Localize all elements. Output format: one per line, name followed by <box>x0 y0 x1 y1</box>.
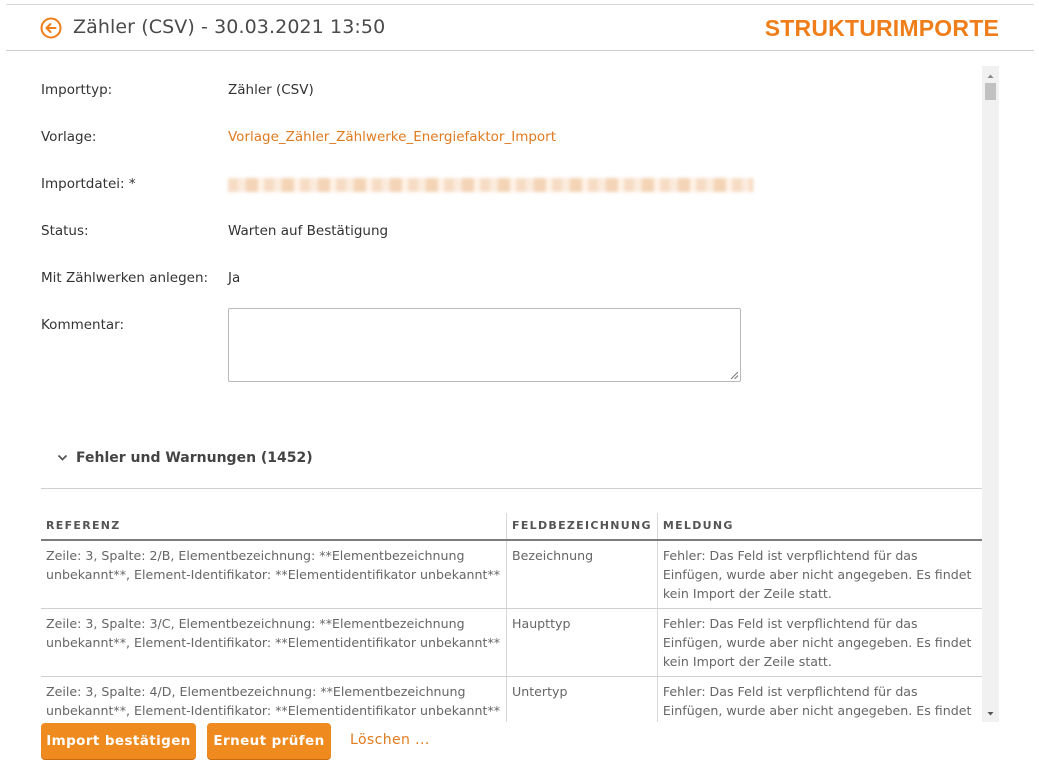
recheck-button[interactable]: Erneut prüfen <box>207 723 331 759</box>
vertical-scrollbar[interactable] <box>982 66 999 722</box>
import-type-value: Zähler (CSV) <box>228 82 314 98</box>
message-cell: Fehler: Das Feld ist verpflichtend für d… <box>656 608 982 677</box>
table-row: Zeile: 3, Spalte: 3/C, Elementbezeichnun… <box>41 608 982 677</box>
back-button[interactable] <box>40 17 62 39</box>
scroll-up-button[interactable] <box>982 68 999 82</box>
import-type-label: Importtyp: <box>41 82 113 98</box>
reference-cell: Zeile: 3, Spalte: 3/C, Elementbezeichnun… <box>41 608 507 677</box>
page-header: Zähler (CSV) - 30.03.2021 13:50 STRUKTUR… <box>6 5 1034 51</box>
page-title: Zähler (CSV) - 30.03.2021 13:50 <box>73 16 386 38</box>
import-file-link-redacted[interactable] <box>228 178 753 192</box>
resize-grip-icon[interactable] <box>730 371 738 379</box>
action-bar: Import bestätigen Erneut prüfen Löschen … <box>0 722 1039 776</box>
comment-textarea[interactable] <box>228 308 741 382</box>
confirm-import-button[interactable]: Import bestätigen <box>41 723 196 759</box>
scroll-down-button[interactable] <box>982 706 999 720</box>
reference-cell: Zeile: 3, Spalte: 2/B, Elementbezeichnun… <box>41 540 507 609</box>
caret-up-icon <box>987 74 994 78</box>
delete-link[interactable]: Löschen ... <box>350 732 430 748</box>
template-label: Vorlage: <box>41 129 97 145</box>
status-value: Warten auf Bestätigung <box>228 223 389 239</box>
with-registers-label: Mit Zählwerken anlegen: <box>41 270 209 286</box>
message-cell: Fehler: Das Feld ist verpflichtend für d… <box>656 540 982 609</box>
field-cell: Bezeichnung <box>506 540 658 609</box>
column-header-field[interactable]: Feldbezeichnung <box>506 513 658 541</box>
errors-warnings-toggle[interactable]: Fehler und Warnungen (1452) <box>57 450 313 466</box>
column-header-reference[interactable]: Referenz <box>41 513 507 541</box>
with-registers-value: Ja <box>228 270 241 286</box>
table-row: Zeile: 3, Spalte: 2/B, Elementbezeichnun… <box>41 540 982 609</box>
status-label: Status: <box>41 223 89 239</box>
errors-warnings-label: Fehler und Warnungen (1452) <box>76 450 313 466</box>
errors-table: Referenz Feldbezeichnung Meldung Zeile: … <box>41 513 982 745</box>
comment-label: Kommentar: <box>41 317 125 333</box>
field-cell: Haupttyp <box>506 608 658 677</box>
chevron-down-icon <box>57 454 68 461</box>
scrollbar-thumb[interactable] <box>985 83 996 100</box>
section-title: STRUKTURIMPORTE <box>764 15 999 41</box>
arrow-left-circle-icon[interactable] <box>40 17 62 39</box>
import-file-label: Importdatei: * <box>41 176 136 192</box>
table-header-row: Referenz Feldbezeichnung Meldung <box>41 513 982 541</box>
template-link[interactable]: Vorlage_Zähler_Zählwerke_Energiefaktor_I… <box>228 129 556 145</box>
caret-down-icon <box>987 712 994 716</box>
column-header-message[interactable]: Meldung <box>656 513 982 541</box>
divider <box>41 488 982 489</box>
